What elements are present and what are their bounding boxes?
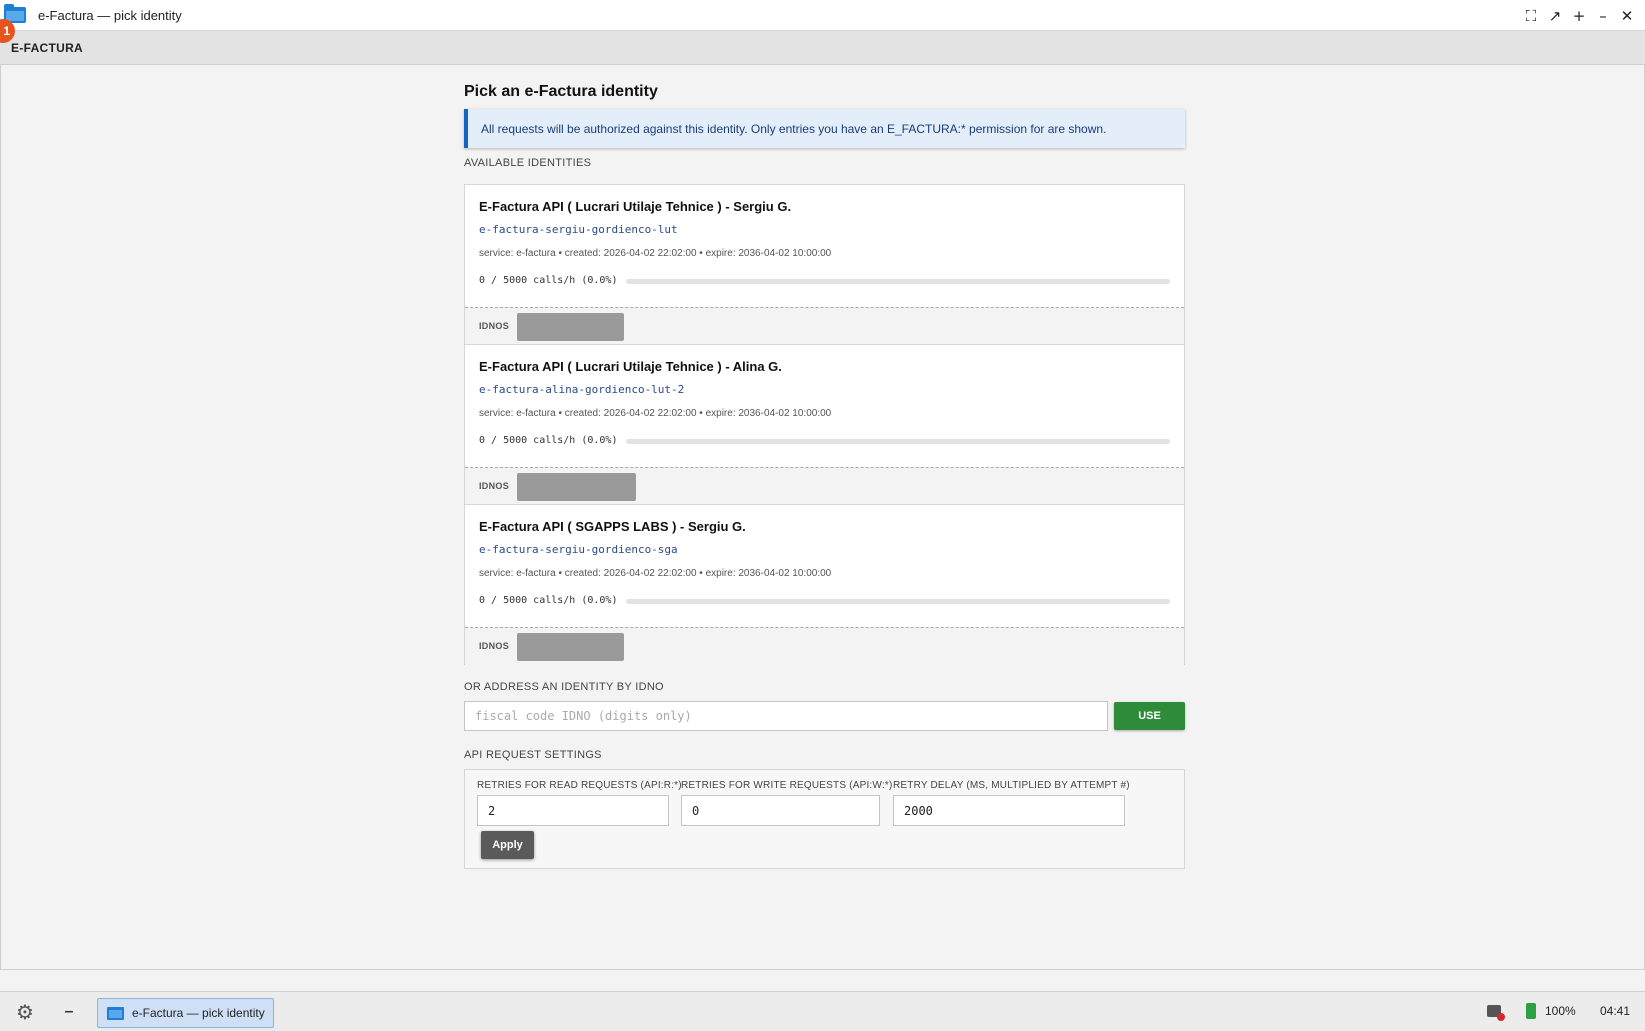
apply-button[interactable]: Apply: [481, 831, 534, 859]
identity-name: E-Factura API ( SGAPPS LABS ) - Sergiu G…: [479, 519, 746, 534]
write-retries-input[interactable]: [681, 795, 880, 826]
taskbar-task-label: e-Factura — pick identity: [132, 1006, 265, 1020]
info-banner: All requests will be authorized against …: [464, 109, 1185, 148]
identity-idnos: IDNOS: [465, 627, 1184, 665]
identities-label: AVAILABLE IDENTITIES: [464, 157, 592, 169]
identity-slug: e-factura-sergiu-gordienco-sga: [479, 543, 678, 556]
fullscreen-icon[interactable]: ⛶: [1519, 4, 1543, 28]
taskbar-task[interactable]: e-Factura — pick identity: [97, 998, 274, 1028]
identity-card[interactable]: E-Factura API ( SGAPPS LABS ) - Sergiu G…: [465, 505, 1184, 627]
battery-percent: 100%: [1545, 1004, 1576, 1018]
identity-card[interactable]: E-Factura API ( Lucrari Utilaje Tehnice …: [465, 185, 1184, 307]
network-error-icon[interactable]: [1487, 1005, 1505, 1021]
identity-meta: service: e-factura • created: 2026-04-02…: [479, 568, 832, 579]
idnos-label: IDNOS: [479, 481, 510, 491]
minimize-icon[interactable]: –: [1591, 4, 1615, 28]
window-title: e-Factura — pick identity: [38, 7, 182, 23]
identity-name: E-Factura API ( Lucrari Utilaje Tehnice …: [479, 359, 782, 374]
idno-row: USE: [464, 701, 1185, 731]
taskbar: ⚙ – e-Factura — pick identity 100% 04:41: [0, 991, 1645, 1031]
minimize-icon[interactable]: –: [60, 1001, 78, 1023]
retry-delay-input[interactable]: [893, 795, 1125, 826]
identity-usage: 0 / 5000 calls/h (0.0%): [479, 595, 618, 606]
usage-bar: [626, 439, 1170, 444]
write-retries-label: RETRIES FOR WRITE REQUESTS (API:W:*): [681, 780, 893, 791]
read-retries-label: RETRIES FOR READ REQUESTS (API:R:*): [477, 780, 682, 791]
clock[interactable]: 04:41: [1600, 1004, 1630, 1018]
settings-label: API REQUEST SETTINGS: [464, 749, 602, 761]
restore-icon[interactable]: ↗: [1543, 4, 1567, 28]
idnos-label: IDNOS: [479, 321, 510, 331]
identity-usage: 0 / 5000 calls/h (0.0%): [479, 435, 618, 446]
info-text: All requests will be authorized against …: [481, 121, 1107, 136]
gear-icon[interactable]: ⚙: [14, 1001, 36, 1023]
identity-usage: 0 / 5000 calls/h (0.0%): [479, 275, 618, 286]
read-retries-input[interactable]: [477, 795, 669, 826]
folder-icon: [107, 1006, 124, 1020]
idno-section-label: OR ADDRESS AN IDENTITY BY IDNO: [464, 681, 664, 693]
window-controls: ⛶ ↗ + – ✕: [1519, 0, 1639, 31]
identity-list: E-Factura API ( Lucrari Utilaje Tehnice …: [464, 184, 1185, 665]
api-settings: RETRIES FOR READ REQUESTS (API:R:*) RETR…: [464, 769, 1185, 869]
main-area: Pick an e-Factura identity All requests …: [0, 65, 1645, 970]
maximize-icon[interactable]: +: [1567, 4, 1591, 28]
retry-delay-label: RETRY DELAY (MS, MULTIPLIED BY ATTEMPT #…: [893, 780, 1130, 791]
identity-card[interactable]: E-Factura API ( Lucrari Utilaje Tehnice …: [465, 345, 1184, 467]
identity-idnos: IDNOS: [465, 467, 1184, 505]
identity-slug: e-factura-sergiu-gordienco-lut: [479, 223, 678, 236]
window-titlebar: e-Factura — pick identity ⛶ ↗ + – ✕: [0, 0, 1645, 31]
identity-slug: e-factura-alina-gordienco-lut-2: [479, 383, 685, 396]
identity-idnos: IDNOS: [465, 307, 1184, 345]
app-header: E-FACTURA: [0, 31, 1645, 65]
app-brand: E-FACTURA: [11, 40, 84, 55]
redacted-idno: [517, 313, 624, 341]
page-title: Pick an e-Factura identity: [464, 83, 658, 100]
battery-icon[interactable]: [1526, 1003, 1536, 1019]
identity-meta: service: e-factura • created: 2026-04-02…: [479, 248, 832, 259]
close-icon[interactable]: ✕: [1615, 4, 1639, 28]
usage-bar: [626, 279, 1170, 284]
idnos-label: IDNOS: [479, 641, 510, 651]
identity-name: E-Factura API ( Lucrari Utilaje Tehnice …: [479, 199, 792, 214]
redacted-idno: [517, 633, 624, 661]
identity-meta: service: e-factura • created: 2026-04-02…: [479, 408, 832, 419]
redacted-idno: [517, 473, 636, 501]
usage-bar: [626, 599, 1170, 604]
idno-input[interactable]: [464, 701, 1108, 731]
use-button[interactable]: USE: [1114, 702, 1185, 730]
